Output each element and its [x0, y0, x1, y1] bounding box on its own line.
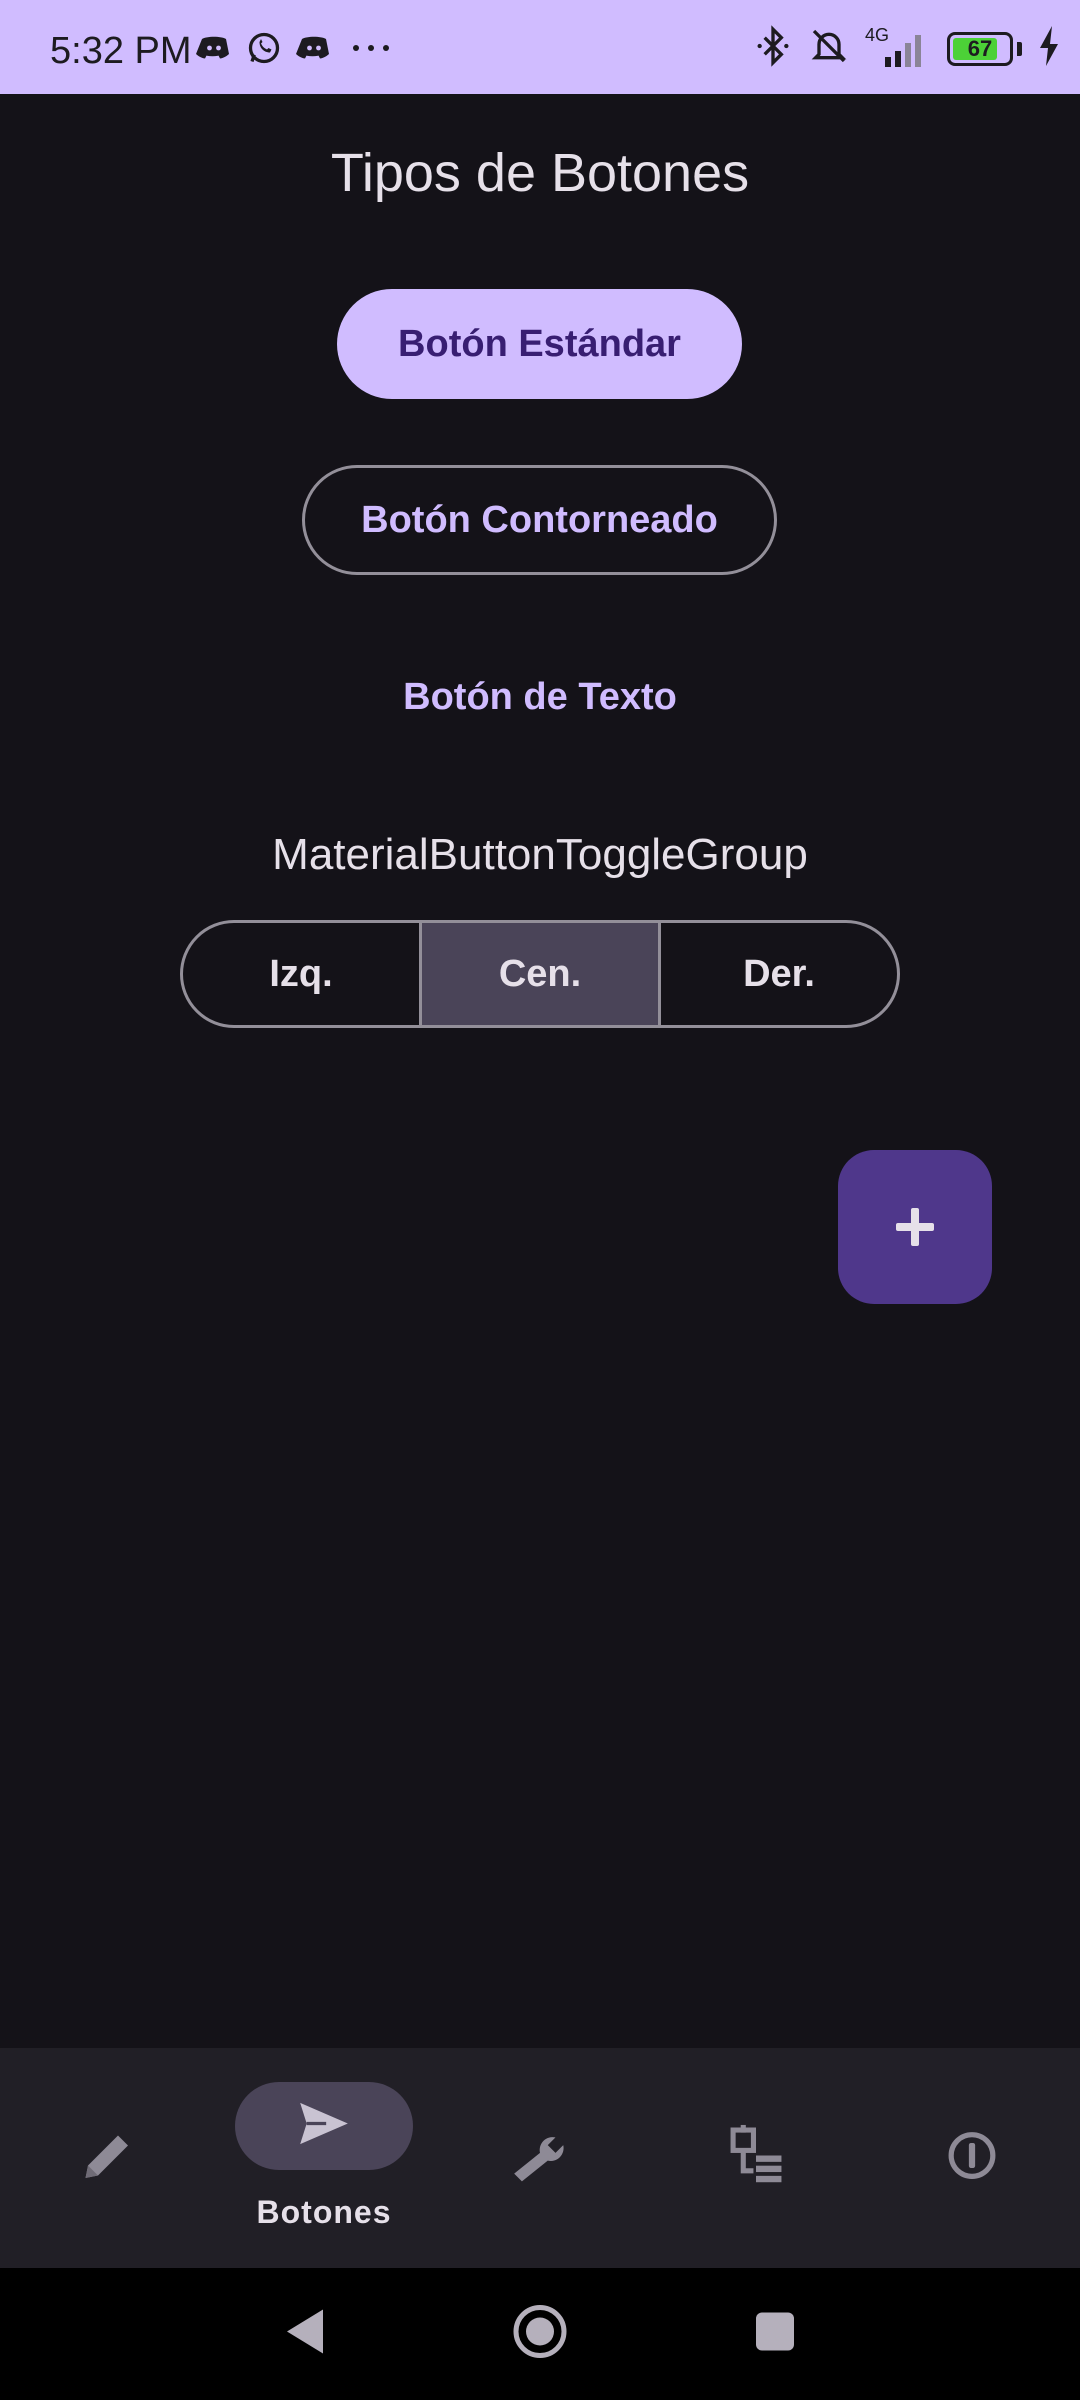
- plus-icon: [896, 1208, 934, 1246]
- outlined-button[interactable]: Botón Contorneado: [302, 465, 777, 575]
- discord-icon: [196, 30, 232, 66]
- charging-icon: [1038, 26, 1062, 71]
- recents-icon[interactable]: [754, 2311, 796, 2358]
- wrench-icon: [509, 2125, 571, 2192]
- whatsapp-icon: [246, 30, 282, 66]
- send-icon: [298, 2101, 350, 2152]
- home-icon[interactable]: [512, 2304, 568, 2365]
- toggle-left[interactable]: Izq.: [183, 923, 419, 1025]
- discord-icon: [296, 30, 332, 66]
- bottom-navigation: Botones: [0, 2048, 1080, 2268]
- checklist-icon: [728, 2124, 784, 2192]
- system-icons: 4G 67: [753, 24, 1062, 73]
- notification-icons: [196, 30, 396, 66]
- bell-off-icon: [809, 24, 849, 73]
- system-navigation-bar: [0, 2268, 1080, 2400]
- signal-icon: 4G: [865, 25, 931, 71]
- bluetooth-icon: [753, 24, 793, 73]
- nav-item-botones[interactable]: Botones: [216, 2048, 432, 2268]
- text-button[interactable]: Botón de Texto: [360, 642, 720, 752]
- battery-level: 67: [967, 35, 993, 61]
- toggle-center[interactable]: Cen.: [419, 923, 658, 1025]
- toggle-right[interactable]: Der.: [658, 923, 897, 1025]
- status-time: 5:32 PM: [50, 30, 192, 72]
- more-icon: [346, 30, 396, 66]
- fab-add-button[interactable]: [838, 1150, 992, 1304]
- back-icon[interactable]: [283, 2308, 325, 2361]
- nav-label-botones: Botones: [256, 2194, 392, 2230]
- nav-item-info[interactable]: [864, 2048, 1080, 2268]
- info-icon: [947, 2131, 997, 2186]
- pencil-icon: [78, 2126, 138, 2191]
- nav-item-checklist[interactable]: [648, 2048, 864, 2268]
- nav-item-tools[interactable]: [432, 2048, 648, 2268]
- standard-button[interactable]: Botón Estándar: [337, 289, 742, 399]
- battery-icon: 67: [947, 31, 1013, 66]
- status-bar: 5:32 PM 4G 67: [0, 0, 1080, 94]
- toggle-group-title: MaterialButtonToggleGroup: [272, 830, 808, 879]
- nav-item-edit[interactable]: [0, 2048, 216, 2268]
- page-title: Tipos de Botones: [330, 143, 750, 203]
- button-toggle-group: Izq. Cen. Der.: [180, 920, 900, 1028]
